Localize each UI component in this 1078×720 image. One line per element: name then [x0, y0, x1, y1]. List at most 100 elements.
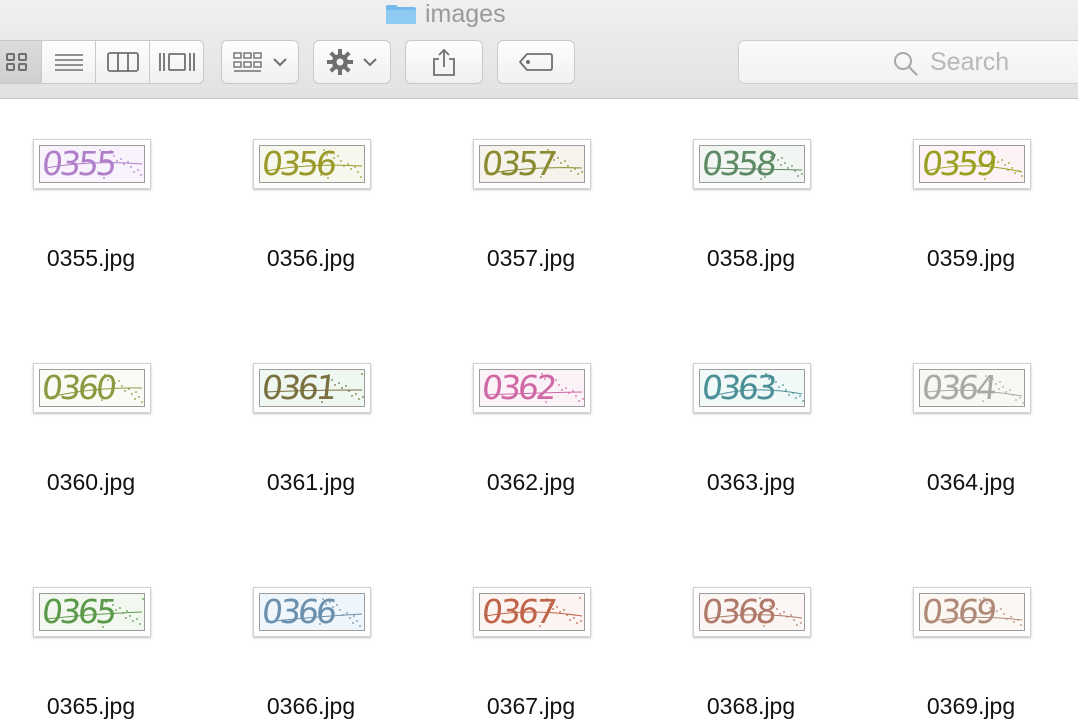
file-item[interactable]: 0363 0363.jpg [660, 323, 860, 496]
file-item[interactable]: 0359 0359.jpg [880, 99, 1078, 272]
captcha-noise-dot [558, 384, 560, 386]
file-item[interactable]: 0358 0358.jpg [660, 99, 860, 272]
captcha-noise-dot [1011, 167, 1013, 169]
captcha-noise-dot [786, 616, 788, 618]
captcha-noise-line [925, 165, 1023, 173]
captcha-noise-dot [113, 155, 115, 157]
folder-icon [386, 5, 416, 24]
file-item[interactable]: 0362 0362.jpg [440, 323, 640, 496]
file-thumbnail[interactable]: 0359 [913, 139, 1031, 189]
file-thumbnail[interactable]: 0364 [913, 363, 1031, 413]
column-view-button[interactable] [95, 41, 149, 83]
file-name-label[interactable]: 0369.jpg [880, 693, 1062, 720]
captcha-noise-dot [114, 382, 116, 384]
cover-flow-button[interactable] [149, 41, 203, 83]
captcha-noise-dot [130, 166, 132, 168]
file-thumbnail[interactable]: 0357 [473, 139, 591, 189]
file-thumbnail[interactable]: 0367 [473, 587, 591, 637]
action-button[interactable] [313, 40, 391, 84]
captcha-noise-dot [139, 623, 141, 625]
captcha-image: 0363 [699, 369, 805, 407]
captcha-noise-dot [990, 600, 992, 602]
share-button[interactable] [405, 40, 483, 84]
list-view-button[interactable] [41, 41, 95, 83]
captcha-noise-dot [782, 384, 784, 386]
file-item[interactable]: 0368 0368.jpg [660, 547, 860, 720]
captcha-noise-line [45, 387, 143, 399]
file-item[interactable]: 0365 0365.jpg [0, 547, 200, 720]
file-name-label[interactable]: 0355.jpg [0, 245, 182, 272]
file-name-label[interactable]: 0358.jpg [660, 245, 842, 272]
file-thumbnail[interactable]: 0366 [253, 587, 371, 637]
file-item[interactable]: 0357 0357.jpg [440, 99, 640, 272]
captcha-noise-dot [997, 161, 999, 163]
captcha-noise-dot [570, 170, 572, 172]
search-field[interactable]: Search [738, 40, 1078, 84]
captcha-noise-dot [578, 400, 580, 402]
file-thumbnail[interactable]: 0360 [33, 363, 151, 413]
file-name-label[interactable]: 0360.jpg [0, 469, 182, 496]
search-placeholder: Search [930, 48, 1010, 76]
captcha-noise-dot [99, 149, 101, 151]
file-item[interactable]: 0364 0364.jpg [880, 323, 1078, 496]
file-thumbnail[interactable]: 0363 [693, 363, 811, 413]
file-name-label[interactable]: 0365.jpg [0, 693, 182, 720]
file-item[interactable]: 0360 0360.jpg [0, 323, 200, 496]
file-name-label[interactable]: 0367.jpg [440, 693, 622, 720]
file-item[interactable]: 0361 0361.jpg [220, 323, 420, 496]
file-thumbnail[interactable]: 0369 [913, 587, 1031, 637]
file-item[interactable]: 0366 0366.jpg [220, 547, 420, 720]
file-thumbnail[interactable]: 0361 [253, 363, 371, 413]
captcha-noise-dot [358, 398, 360, 400]
file-name-label[interactable]: 0368.jpg [660, 693, 842, 720]
file-item[interactable]: 0356 0356.jpg [220, 99, 420, 272]
captcha-noise-dot [107, 379, 109, 381]
captcha-noise-dot [989, 607, 991, 609]
captcha-noise-dot [100, 172, 102, 174]
file-thumbnail[interactable]: 0356 [253, 139, 371, 189]
captcha-noise [45, 374, 143, 403]
file-thumbnail[interactable]: 0365 [33, 587, 151, 637]
captcha-noise-dot [767, 151, 769, 153]
captcha-noise-dot [1019, 397, 1021, 399]
tag-button[interactable] [497, 40, 575, 84]
file-name-label[interactable]: 0363.jpg [660, 469, 842, 496]
captcha-noise-dot [761, 375, 763, 377]
captcha-noise-dot [988, 380, 990, 382]
file-name-label[interactable]: 0361.jpg [220, 469, 402, 496]
captcha-noise [45, 598, 144, 628]
file-item[interactable]: 0369 0369.jpg [880, 547, 1078, 720]
captcha-noise-dot [979, 599, 981, 601]
captcha-noise-dot [796, 624, 798, 626]
file-name-label[interactable]: 0366.jpg [220, 693, 402, 720]
captcha-noise-dot [777, 159, 779, 161]
file-thumbnail[interactable]: 0362 [473, 363, 591, 413]
captcha-noise-dot [556, 606, 558, 608]
file-thumbnail[interactable]: 0355 [33, 139, 151, 189]
captcha-noise-dot [140, 174, 142, 176]
arrange-button[interactable] [221, 40, 299, 84]
captcha-noise-dot [763, 625, 765, 627]
file-item[interactable]: 0367 0367.jpg [440, 547, 640, 720]
captcha-noise-dot [557, 157, 559, 159]
captcha-noise-dot [792, 392, 794, 394]
captcha-noise-dot [788, 394, 790, 396]
captcha-noise-dot [1007, 169, 1009, 171]
file-thumbnail[interactable]: 0368 [693, 587, 811, 637]
captcha-noise-dot [322, 598, 324, 600]
file-name-label[interactable]: 0362.jpg [440, 469, 622, 496]
captcha-noise-dot [998, 388, 1000, 390]
icon-view-button[interactable] [0, 41, 41, 83]
file-thumbnail[interactable]: 0358 [693, 139, 811, 189]
chevron-down-icon [273, 58, 287, 67]
file-name-label[interactable]: 0356.jpg [220, 245, 402, 272]
file-name-label[interactable]: 0357.jpg [440, 245, 622, 272]
captcha-noise-dot [554, 152, 556, 154]
file-name-label[interactable]: 0364.jpg [880, 469, 1062, 496]
file-item[interactable]: 0355 0355.jpg [0, 99, 200, 272]
captcha-noise-dot [332, 606, 334, 608]
captcha-noise-dot [568, 392, 570, 394]
captcha-noise [705, 151, 803, 180]
captcha-noise-dot [780, 164, 782, 166]
file-name-label[interactable]: 0359.jpg [880, 245, 1062, 272]
